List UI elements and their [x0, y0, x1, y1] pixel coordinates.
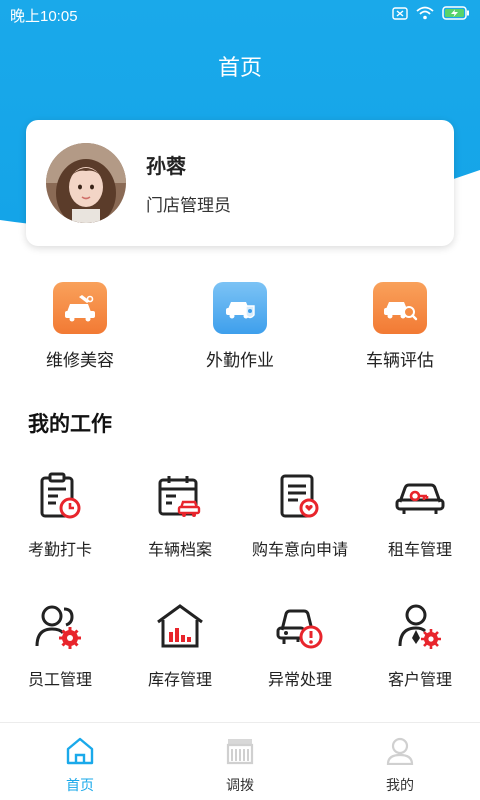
- wifi-icon: [416, 6, 434, 24]
- staff-management-icon: [34, 600, 86, 652]
- nav-tab-transfer[interactable]: 调拨: [160, 723, 320, 800]
- quick-action-label: 维修美容: [46, 351, 114, 371]
- customer-management-icon: [394, 600, 446, 652]
- car-repair-icon: [53, 282, 107, 334]
- nav-label: 我的: [386, 778, 414, 794]
- car-assessment-icon: [373, 282, 427, 334]
- work-item-label: 异常处理: [267, 670, 332, 689]
- work-item-staff[interactable]: 员工管理: [0, 600, 120, 730]
- work-item-label: 员工管理: [27, 670, 92, 689]
- quick-action-repair[interactable]: 维修美容: [0, 282, 160, 371]
- work-item-purchase-intent[interactable]: 购车意向申请: [240, 470, 360, 600]
- page-title: 首页: [217, 56, 262, 81]
- car-rental-key-icon: [394, 470, 446, 522]
- quick-action-label: 外勤作业: [206, 351, 274, 371]
- section-title: 我的工作: [28, 412, 112, 436]
- home-icon: [65, 737, 95, 769]
- user-role: 门店管理员: [146, 196, 231, 216]
- nav-label: 调拨: [226, 778, 254, 794]
- battery-charging-icon: [442, 6, 470, 24]
- work-grid: 考勤打卡 车辆档案 购车意向申请 租车管理 员工管理 库存管理 异常处理 客户管…: [0, 470, 480, 730]
- work-item-label: 车辆档案: [147, 540, 212, 559]
- user-name: 孙蓉: [146, 154, 186, 178]
- quick-action-assessment[interactable]: 车辆评估: [320, 282, 480, 371]
- quick-actions: 维修美容 外勤作业 车辆评估: [0, 282, 480, 371]
- work-item-inventory[interactable]: 库存管理: [120, 600, 240, 730]
- nav-tab-home[interactable]: 首页: [0, 723, 160, 800]
- attendance-clipboard-icon: [34, 470, 86, 522]
- profile-card[interactable]: 孙蓉 门店管理员: [26, 120, 454, 246]
- work-item-vehicle-archive[interactable]: 车辆档案: [120, 470, 240, 600]
- transfer-store-icon: [225, 737, 255, 769]
- bottom-nav: 首页 调拨 我的: [0, 722, 480, 800]
- status-bar: 晚上10:05: [0, 0, 480, 30]
- purchase-intent-document-icon: [274, 470, 326, 522]
- profile-user-icon: [385, 737, 415, 769]
- work-item-label: 库存管理: [147, 670, 212, 689]
- vehicle-archive-calendar-icon: [154, 470, 206, 522]
- inventory-warehouse-icon: [154, 600, 206, 652]
- work-item-exception[interactable]: 异常处理: [240, 600, 360, 730]
- sim-off-icon: [392, 6, 408, 24]
- work-item-label: 客户管理: [387, 670, 452, 689]
- work-item-label: 租车管理: [387, 540, 452, 559]
- work-item-car-rental[interactable]: 租车管理: [360, 470, 480, 600]
- nav-label: 首页: [66, 778, 94, 794]
- field-work-car-icon: [213, 282, 267, 334]
- work-item-attendance[interactable]: 考勤打卡: [0, 470, 120, 600]
- quick-action-label: 车辆评估: [366, 351, 434, 371]
- exception-car-alert-icon: [274, 600, 326, 652]
- quick-action-field-work[interactable]: 外勤作业: [160, 282, 320, 371]
- nav-tab-profile[interactable]: 我的: [320, 723, 480, 800]
- work-item-customer[interactable]: 客户管理: [360, 600, 480, 730]
- avatar: [46, 143, 126, 223]
- status-time: 晚上10:05: [10, 7, 78, 25]
- work-item-label: 考勤打卡: [27, 540, 92, 559]
- work-item-label: 购车意向申请: [251, 540, 348, 559]
